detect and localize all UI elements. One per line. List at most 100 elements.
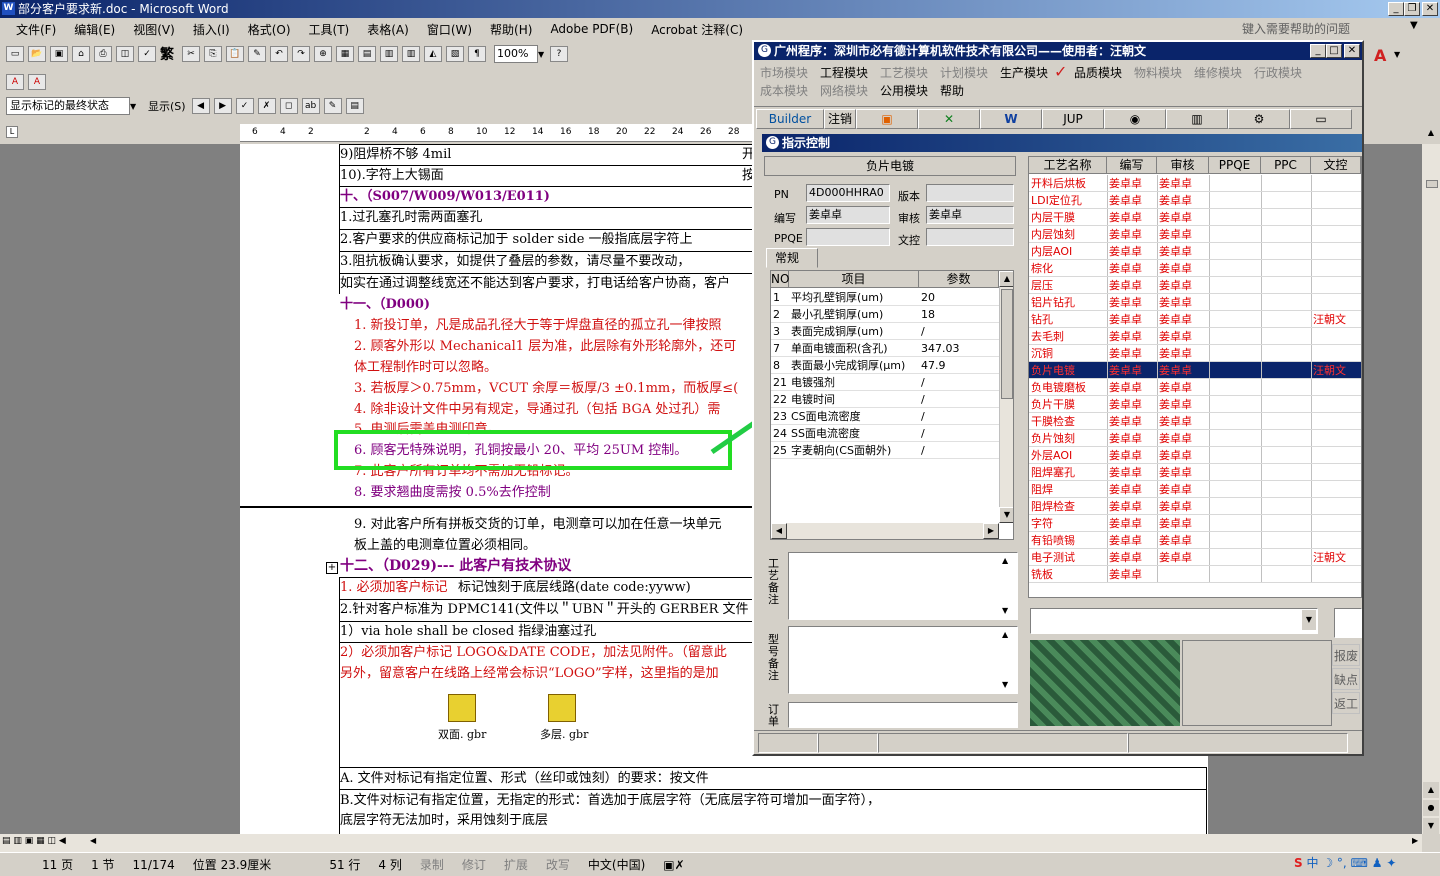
new-doc-icon[interactable]: ▭ [6, 46, 24, 62]
show-hide-icon[interactable]: ¶ [468, 46, 486, 62]
pdf-mail-icon[interactable]: A [28, 74, 46, 90]
version-field[interactable] [926, 184, 1014, 202]
scroll-down-icon[interactable]: ▼ [1002, 680, 1008, 689]
process-row[interactable]: LDI定位孔 姜卓卓 姜卓卓 [1029, 192, 1361, 209]
module-menu-item[interactable]: 行政模块 [1254, 64, 1302, 81]
menu-item[interactable]: Adobe PDF(B) [550, 22, 633, 36]
menu-item[interactable]: 文件(F) [16, 21, 56, 38]
module-menu-item[interactable]: 网络模块 [820, 82, 868, 99]
chevron-down-icon[interactable]: ▼ [1394, 50, 1400, 59]
select-browse-icon[interactable]: ● [1423, 800, 1439, 816]
ime-punct-icon[interactable]: °, [1337, 856, 1347, 870]
font-color-icon[interactable]: A [1374, 46, 1386, 65]
ime-toolbar[interactable]: S 中 ☽ °, ⌨ ♟ ✦ [1294, 854, 1434, 872]
reviewing-pane-icon[interactable]: ▤ [345, 98, 364, 114]
process-row[interactable]: 有铅喷锡 姜卓卓 姜卓卓 [1029, 532, 1361, 549]
prev-page-icon[interactable]: ▲ [1423, 782, 1439, 798]
scroll-left-icon[interactable]: ◀ [90, 836, 98, 845]
scroll-up-icon[interactable]: ▲ [1002, 556, 1008, 565]
computer-icon[interactable]: ▭ [1290, 109, 1352, 129]
status-trk[interactable]: 修订 [462, 856, 486, 873]
ppqe-field[interactable] [806, 228, 890, 246]
process-row[interactable]: 去毛刺 姜卓卓 姜卓卓 [1029, 328, 1361, 345]
spelling-icon[interactable]: ✓ [138, 46, 156, 62]
app-close-button[interactable]: ✕ [1344, 44, 1360, 58]
menu-item[interactable]: 帮助(H) [490, 21, 532, 38]
tab-selector[interactable]: L [6, 126, 18, 138]
module-menu-item[interactable]: 维修模块 [1194, 64, 1242, 81]
param-row[interactable]: 24 SS面电流密度 / [771, 425, 1001, 442]
param-hscroll[interactable] [771, 523, 999, 539]
word-icon[interactable]: W [980, 109, 1042, 129]
menu-item[interactable]: 窗口(W) [427, 21, 472, 38]
menu-item[interactable]: 插入(I) [193, 21, 230, 38]
excel-icon[interactable]: ✕ [918, 109, 980, 129]
builder-button[interactable]: Builder [756, 109, 824, 129]
copy-icon[interactable]: ⎘ [204, 46, 222, 62]
jup-button[interactable]: JUP [1042, 109, 1104, 129]
process-row[interactable]: 阻焊塞孔 姜卓卓 姜卓卓 [1029, 464, 1361, 481]
print-icon[interactable]: ⎙ [94, 46, 112, 62]
restore-button[interactable]: ❐ [1404, 2, 1420, 16]
menu-item[interactable]: 格式(O) [248, 21, 291, 38]
process-row[interactable]: 钻孔 姜卓卓 姜卓卓 汪朝文 [1029, 311, 1361, 328]
scrap-button[interactable]: 报废 [1332, 644, 1360, 666]
format-painter-icon[interactable]: ✎ [248, 46, 266, 62]
eye-icon[interactable]: ◉ [1104, 109, 1166, 129]
scroll-down-icon[interactable]: ▼ [1002, 606, 1008, 615]
ime-moon-icon[interactable]: ☽ [1322, 856, 1333, 870]
drawing-icon[interactable]: ◭ [424, 46, 442, 62]
cut-icon[interactable]: ✂ [182, 46, 200, 62]
new-comment-icon[interactable]: ◻ [279, 98, 298, 114]
vertical-scrollbar[interactable] [1422, 144, 1440, 834]
chevron-down-icon[interactable]: ▼ [1302, 610, 1316, 630]
minimize-button[interactable]: _ [1388, 2, 1404, 16]
process-row[interactable]: 层压 姜卓卓 姜卓卓 [1029, 277, 1361, 294]
module-menu-item[interactable]: 工程模块 [820, 64, 868, 81]
ime-tools-icon[interactable]: ✦ [1386, 856, 1396, 870]
scroll-up-icon[interactable]: ▲ [1002, 630, 1008, 639]
process-row[interactable]: 阻焊 姜卓卓 姜卓卓 [1029, 481, 1361, 498]
process-row[interactable]: 内层干膜 姜卓卓 姜卓卓 [1029, 209, 1361, 226]
review-mode-select[interactable]: 显示标记的最终状态 [6, 97, 130, 115]
process-row[interactable]: 负电镀磨板 姜卓卓 姜卓卓 [1029, 379, 1361, 396]
scroll-right-icon[interactable]: ▶ [1412, 836, 1418, 845]
menu-item[interactable]: 表格(A) [367, 21, 409, 38]
editor-field[interactable]: 姜卓卓 [806, 206, 890, 224]
menu-item[interactable]: 工具(T) [309, 21, 350, 38]
scroll-down-icon[interactable]: ▼ [999, 507, 1013, 523]
close-button[interactable]: ✕ [1422, 2, 1438, 16]
module-menu-item[interactable]: 物料模块 [1134, 64, 1182, 81]
module-menu-item[interactable]: 帮助 [940, 82, 964, 99]
param-row[interactable]: 22 电镀时间 / [771, 391, 1001, 408]
doc-map-icon[interactable]: ▧ [446, 46, 464, 62]
process-row[interactable]: 内层AOI 姜卓卓 姜卓卓 [1029, 243, 1361, 260]
scroll-thumb[interactable] [1426, 180, 1438, 188]
doc-control-field[interactable] [926, 228, 1014, 246]
module-menu-item[interactable]: 计划模块 [940, 64, 988, 81]
app-maximize-button[interactable]: □ [1326, 44, 1342, 58]
process-row[interactable]: 铝片钻孔 姜卓卓 姜卓卓 [1029, 294, 1361, 311]
module-menu-item[interactable]: 公用模块 [880, 82, 928, 99]
chevron-down-icon[interactable]: ▼ [130, 102, 142, 111]
attachment-label[interactable]: 双面. gbr [438, 724, 486, 745]
zoom-select[interactable]: 100% [494, 45, 538, 63]
module-menu-item[interactable]: 市场模块 [760, 64, 808, 81]
scroll-right-icon[interactable]: ▶ [983, 523, 999, 539]
network-icon[interactable]: ⚙ [1228, 109, 1290, 129]
status-ext[interactable]: 扩展 [504, 856, 528, 873]
process-row[interactable]: 电子测试 姜卓卓 姜卓卓 汪朝文 [1029, 549, 1361, 566]
reject-change-icon[interactable]: ✗ [257, 98, 276, 114]
paste-icon[interactable]: 📋 [226, 46, 244, 62]
insert-table-icon[interactable]: ▤ [358, 46, 376, 62]
param-row[interactable]: 2 最小孔壁铜厚(um) 18 [771, 306, 1001, 323]
param-row[interactable]: 8 表面最小完成铜厚(μm) 47.9 [771, 357, 1001, 374]
process-row[interactable]: 负片干膜 姜卓卓 姜卓卓 [1029, 396, 1361, 413]
param-row[interactable]: 25 字麦朝向(CS面朝外) / [771, 442, 1001, 459]
package-file-icon[interactable] [448, 694, 476, 722]
package-file-icon[interactable] [548, 694, 576, 722]
menu-item[interactable]: Acrobat 注释(C) [651, 21, 743, 38]
table-move-handle-icon[interactable]: + [326, 562, 338, 574]
scroll-left-icon[interactable]: ◀ [771, 523, 787, 539]
tab-general[interactable]: 常规 [766, 248, 818, 268]
